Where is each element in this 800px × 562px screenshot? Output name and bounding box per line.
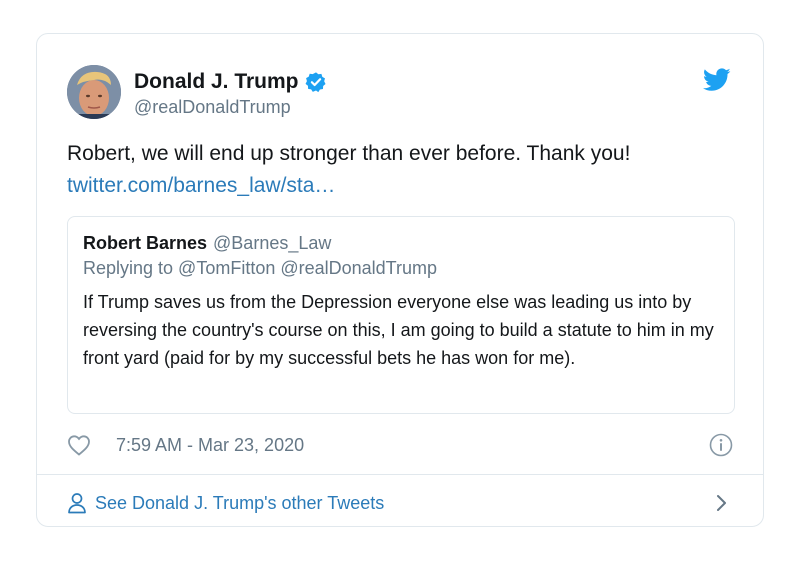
embedded-tweet-card: Donald J. Trump @realDonaldTrump Robert,… <box>36 33 764 527</box>
quoted-tweet-text: If Trump saves us from the Depression ev… <box>83 292 714 368</box>
tweet-body: Robert, we will end up stronger than eve… <box>67 138 737 202</box>
replying-to: Replying to @TomFitton @realDonaldTrump <box>83 258 438 278</box>
see-other-tweets-label[interactable]: See Donald J. Trump's other Tweets <box>95 493 384 514</box>
author-name[interactable]: Donald J. Trump <box>134 70 299 94</box>
person-icon <box>67 492 87 514</box>
chevron-right-icon[interactable] <box>715 493 729 513</box>
tweet-link[interactable]: twitter.com/barnes_law/sta… <box>67 170 737 202</box>
tweet-header: Donald J. Trump @realDonaldTrump <box>67 65 733 121</box>
author-block[interactable]: Donald J. Trump @realDonaldTrump <box>134 68 327 118</box>
verified-badge-icon <box>305 71 327 93</box>
quoted-author-name: Robert Barnes <box>83 233 208 253</box>
tweet-meta: 7:59 AM - Mar 23, 2020 <box>67 430 733 460</box>
heart-icon[interactable] <box>67 434 91 456</box>
tweet-timestamp[interactable]: 7:59 AM - Mar 23, 2020 <box>116 435 304 456</box>
avatar[interactable] <box>67 65 121 119</box>
see-other-tweets-link[interactable]: See Donald J. Trump's other Tweets <box>67 486 733 520</box>
author-handle[interactable]: @realDonaldTrump <box>134 97 327 118</box>
quoted-tweet[interactable]: Robert Barnes @Barnes_Law Replying to @To… <box>67 216 735 414</box>
footer-divider <box>37 474 763 475</box>
quoted-author: Robert Barnes @Barnes_Law <box>83 233 331 254</box>
tweet-text: Robert, we will end up stronger than eve… <box>67 142 631 165</box>
quoted-author-handle: @Barnes_Law <box>213 233 332 253</box>
info-icon[interactable] <box>709 433 733 457</box>
twitter-bird-icon[interactable] <box>702 68 731 92</box>
